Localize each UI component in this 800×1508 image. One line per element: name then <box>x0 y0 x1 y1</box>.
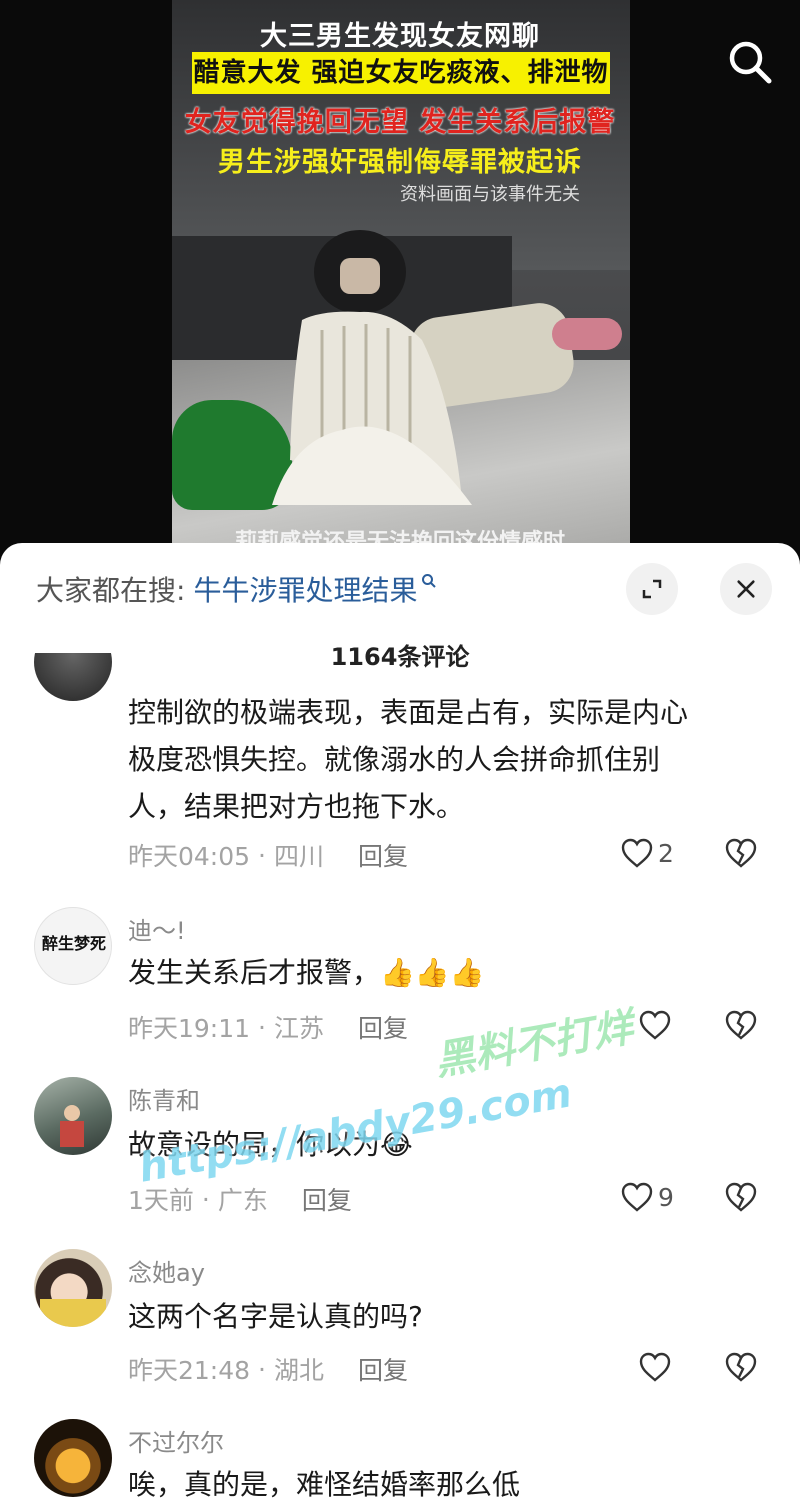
trending-search[interactable]: 大家都在搜: 牛牛涉罪处理结果 <box>36 571 437 607</box>
comment-meta: 昨天19:11 · 江苏 回复 <box>128 1009 408 1045</box>
comment-sheet: 大家都在搜: 牛牛涉罪处理结果 1164条评论 控制欲的极端表现，表面是占有，实… <box>0 543 800 1508</box>
like-button[interactable]: 2 <box>620 837 674 869</box>
comment-meta: 昨天21:48 · 湖北 回复 <box>128 1351 408 1387</box>
expand-icon <box>642 579 662 599</box>
reply-button[interactable]: 回复 <box>358 1009 408 1045</box>
video-headline-4: 男生涉强奸强制侮辱罪被起诉 <box>218 147 582 178</box>
avatar[interactable] <box>34 653 112 723</box>
like-button[interactable]: 9 <box>620 1181 674 1213</box>
comment-username[interactable]: 陈青和 <box>128 1081 200 1116</box>
trending-search-prefix: 大家都在搜: <box>36 574 186 607</box>
reply-button[interactable]: 回复 <box>358 837 408 873</box>
video-headline-3: 女友觉得挽回无望 发生关系后报警 <box>184 107 616 138</box>
avatar-logo-text: 醉生梦死 <box>41 934 106 953</box>
heart-icon <box>621 1182 653 1212</box>
expand-button[interactable] <box>626 563 678 615</box>
comment-line: 控制欲的极端表现，表面是占有，实际是内心 <box>128 696 689 729</box>
comment-text: 唉，真的是，难怪结婚率那么低 <box>128 1468 521 1501</box>
avatar[interactable] <box>34 1419 112 1497</box>
comment-time: 昨天04:05 <box>128 842 251 871</box>
broken-heart-icon[interactable] <box>724 1009 758 1041</box>
comment-count: 1164条评论 <box>330 643 470 671</box>
search-icon <box>729 41 772 84</box>
comment-text: 控制欲的极端表现，表面是占有，实际是内心 极度恐惧失控。就像溺水的人会拼命抓住别… <box>128 689 688 830</box>
like-button[interactable] <box>638 1351 672 1383</box>
broken-heart-icon[interactable] <box>724 1181 758 1213</box>
avatar[interactable] <box>34 1249 112 1327</box>
like-button[interactable] <box>638 1009 672 1041</box>
small-search-icon <box>422 574 437 588</box>
comment-text: 发生关系后才报警，👍👍👍 <box>128 949 485 996</box>
comment-username[interactable]: 不过尔尔 <box>128 1423 224 1458</box>
comment-time: 昨天21:48 <box>128 1356 251 1385</box>
video-headline-2: 醋意大发 强迫女友吃痰液、排泄物 <box>192 52 610 94</box>
video-player[interactable]: 大三男生发现女友网聊 醋意大发 强迫女友吃痰液、排泄物 女友觉得挽回无望 发生关… <box>0 0 800 560</box>
close-button[interactable] <box>720 563 772 615</box>
like-count: 2 <box>658 838 674 868</box>
broken-heart-icon[interactable] <box>724 1351 758 1383</box>
comment-text: 这两个名字是认真的吗? <box>128 1300 423 1333</box>
heart-icon <box>639 1352 671 1382</box>
comment-time: 昨天19:11 <box>128 1014 251 1043</box>
thumbs-up-emoji: 👍👍👍 <box>380 956 485 989</box>
avatar[interactable] <box>34 1077 112 1155</box>
comment-username[interactable]: 迪～! <box>128 911 186 946</box>
reply-button[interactable]: 回复 <box>358 1351 408 1387</box>
avatar[interactable]: 醉生梦死 <box>34 907 112 985</box>
watermark-line-1: 黑料不打烊 <box>431 1004 637 1085</box>
like-count: 9 <box>658 1182 674 1212</box>
comment-line: 人，结果把对方也拖下水。 <box>128 790 465 823</box>
close-icon <box>737 580 755 598</box>
broken-heart-icon[interactable] <box>724 837 758 869</box>
reply-button[interactable]: 回复 <box>302 1181 352 1217</box>
comment-username[interactable]: 念她ay <box>128 1253 205 1288</box>
trending-search-link[interactable]: 牛牛涉罪处理结果 <box>193 569 417 609</box>
person-figure <box>272 230 472 505</box>
heart-icon <box>621 838 653 868</box>
video-disclaimer: 资料画面与该事件无关 <box>400 184 580 205</box>
search-button[interactable] <box>726 38 774 86</box>
heart-icon <box>639 1010 671 1040</box>
comment-line: 极度恐惧失控。就像溺水的人会拼命抓住别 <box>128 743 661 776</box>
comment-meta: 昨天04:05 · 四川 回复 <box>128 837 408 873</box>
comment-location: 湖北 <box>274 1356 325 1385</box>
video-headline-1: 大三男生发现女友网聊 <box>260 21 540 52</box>
comment-location: 江苏 <box>274 1014 325 1043</box>
comment-location: 广东 <box>217 1186 268 1215</box>
comment-line: 发生关系后才报警， <box>128 956 381 989</box>
comment-location: 四川 <box>274 842 325 871</box>
